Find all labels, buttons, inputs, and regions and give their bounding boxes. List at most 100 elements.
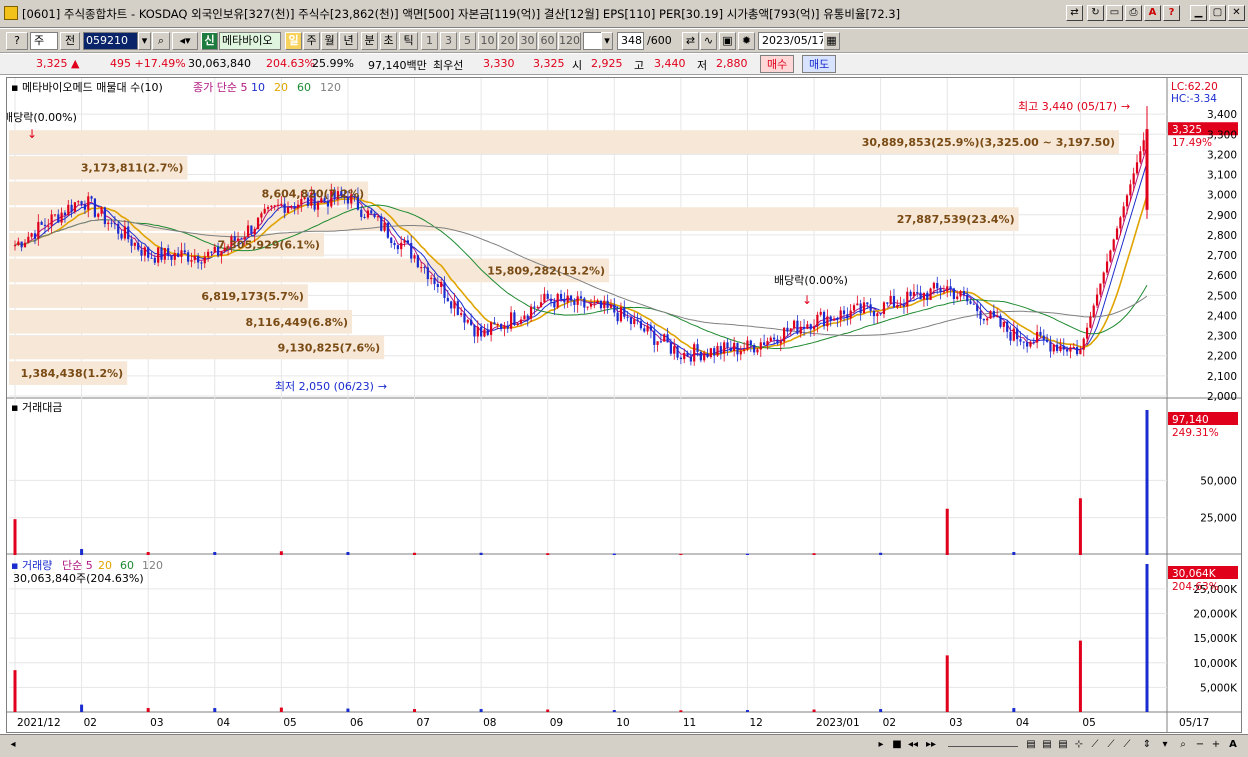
volume-panel-title: ▪ 거래량 bbox=[11, 559, 52, 572]
tab-tick[interactable]: 틱 bbox=[399, 32, 418, 50]
line-icon[interactable]: ⟋ bbox=[1088, 738, 1102, 752]
stock-chart[interactable]: 2021/12 02 03 04 05 06 07 08 09 10 11 12 2023/01 02 03… bbox=[3, 78, 1241, 732]
crosshair-icon[interactable]: ⊹ bbox=[1072, 738, 1086, 752]
volume-subtitle: 30,063,840주(204.63%) bbox=[13, 572, 144, 585]
screen-icon[interactable]: ▭ bbox=[1106, 5, 1123, 21]
scroll-left-icon[interactable]: ◂ bbox=[6, 738, 20, 752]
ma-legend-item: 종가 단순 5 bbox=[193, 81, 247, 94]
candle-body bbox=[583, 298, 586, 308]
tab-second[interactable]: 초 bbox=[380, 32, 397, 50]
candle-body bbox=[739, 351, 742, 355]
candle-body bbox=[599, 300, 603, 309]
maximize-button[interactable]: ▢ bbox=[1209, 5, 1226, 21]
period-button[interactable]: 3 bbox=[440, 32, 457, 50]
scale-icon[interactable]: ⇕ bbox=[1140, 738, 1154, 752]
candle-body bbox=[1112, 239, 1115, 251]
candle-body bbox=[433, 277, 436, 285]
y-tick-label: 2,100 bbox=[1207, 371, 1237, 383]
period-button[interactable]: 1 bbox=[421, 32, 438, 50]
turnover-rate: 25.99% bbox=[312, 57, 354, 70]
tab-minute[interactable]: 분 bbox=[361, 32, 378, 50]
auto-scale-icon[interactable]: A bbox=[1226, 738, 1240, 752]
volume-profile-label: 8,604,820(7.2%) bbox=[262, 187, 365, 200]
chart-area[interactable]: 2021/12 02 03 04 05 06 07 08 09 10 11 12 2023/01 02 03… bbox=[3, 77, 1242, 733]
candle-body bbox=[1102, 272, 1105, 284]
chart-icon[interactable]: ∿ bbox=[700, 32, 717, 50]
volume-bar bbox=[745, 710, 749, 712]
candle-body bbox=[623, 307, 626, 317]
candle-body bbox=[170, 255, 173, 260]
help-icon[interactable]: ? bbox=[1163, 5, 1180, 21]
candle-body bbox=[90, 196, 93, 199]
sell-button[interactable]: 매도 bbox=[802, 55, 837, 73]
tab-week[interactable]: 주 bbox=[303, 32, 320, 50]
period-button[interactable]: 120 bbox=[558, 32, 581, 50]
date-input[interactable]: 2023/05/17 bbox=[758, 32, 825, 50]
tab-year[interactable]: 년 bbox=[339, 32, 358, 50]
step-forward-icon[interactable]: ▸▸ bbox=[924, 738, 938, 752]
period-button[interactable]: 10 bbox=[478, 32, 497, 50]
stock-search-icon[interactable]: ? bbox=[6, 32, 28, 50]
volume-bar bbox=[945, 655, 949, 712]
tab-day[interactable]: 일 bbox=[285, 32, 302, 50]
tab-month[interactable]: 월 bbox=[321, 32, 338, 50]
pattern-icon[interactable]: ▤ bbox=[1024, 738, 1038, 752]
pattern-icon[interactable]: ▤ bbox=[1056, 738, 1070, 752]
count-input[interactable]: 348 bbox=[617, 32, 644, 50]
close-button[interactable]: ✕ bbox=[1228, 5, 1245, 21]
candle-body bbox=[786, 327, 789, 332]
y-tick-label: 15,000K bbox=[1193, 633, 1238, 645]
search-icon[interactable]: ⌕ bbox=[152, 32, 170, 50]
zoom-in-icon[interactable]: + bbox=[1209, 738, 1223, 752]
candle-body bbox=[137, 242, 140, 250]
step-back-icon[interactable]: ◂◂ bbox=[906, 738, 920, 752]
gear-icon[interactable]: ✹ bbox=[738, 32, 755, 50]
prev-button[interactable]: 전 bbox=[60, 32, 80, 50]
speaker-icon[interactable]: ◂▾ bbox=[172, 32, 198, 50]
play-icon[interactable]: ▸ bbox=[874, 738, 888, 752]
candle-body bbox=[220, 251, 223, 256]
period-button[interactable]: 20 bbox=[498, 32, 517, 50]
candle-body bbox=[999, 315, 1002, 327]
period-button[interactable]: 5 bbox=[459, 32, 476, 50]
dropdown-icon[interactable]: ▾ bbox=[1158, 738, 1172, 752]
candle-body bbox=[1122, 206, 1125, 218]
period-button[interactable]: 60 bbox=[538, 32, 557, 50]
stop-icon[interactable]: ■ bbox=[890, 738, 904, 752]
candle-body bbox=[709, 348, 712, 358]
period-button[interactable]: 30 bbox=[518, 32, 537, 50]
candle-body bbox=[643, 328, 646, 332]
chevron-down-icon[interactable]: ▾ bbox=[601, 32, 613, 50]
candle-body bbox=[839, 310, 842, 321]
candle-body bbox=[576, 296, 579, 305]
font-icon[interactable]: A bbox=[1144, 5, 1161, 21]
zoom-out-icon[interactable]: − bbox=[1193, 738, 1207, 752]
volume-profile-label: 9,130,825(7.6%) bbox=[278, 341, 381, 354]
line-icon[interactable]: ⟋ bbox=[1104, 738, 1118, 752]
candle-body bbox=[390, 237, 393, 244]
print-icon[interactable]: ⎙ bbox=[1125, 5, 1142, 21]
candle-body bbox=[886, 302, 889, 304]
buy-button[interactable]: 매수 bbox=[760, 55, 795, 73]
x-tick-label: 04 bbox=[217, 717, 231, 729]
high-arrow: → bbox=[1121, 100, 1130, 113]
y-tick-label: 2,000 bbox=[1207, 391, 1237, 403]
save-icon[interactable]: ▣ bbox=[719, 32, 736, 50]
candle-body bbox=[759, 342, 762, 350]
market-select[interactable]: 주 bbox=[30, 32, 58, 50]
pattern-icon[interactable]: ▤ bbox=[1040, 738, 1054, 752]
volume-profile-label: 15,809,282(13.2%) bbox=[487, 264, 605, 277]
line-icon[interactable]: ⟋ bbox=[1120, 738, 1134, 752]
refresh-icon[interactable]: ↻ bbox=[1087, 5, 1104, 21]
minimize-button[interactable]: ▁ bbox=[1190, 5, 1207, 21]
calendar-icon[interactable]: ▦ bbox=[823, 32, 840, 50]
y-tick-label: 5,000K bbox=[1200, 682, 1238, 694]
volume-bar bbox=[679, 710, 683, 712]
zoom-icon[interactable]: ⌕ bbox=[1176, 738, 1190, 752]
chevron-down-icon[interactable]: ▾ bbox=[138, 32, 151, 50]
arrows-icon[interactable]: ⇄ bbox=[682, 32, 699, 50]
candle-body bbox=[549, 298, 553, 302]
link-icon[interactable]: ⇄ bbox=[1066, 5, 1083, 21]
zoom-slider[interactable] bbox=[948, 738, 1018, 747]
stock-code-input[interactable]: 059210 bbox=[83, 32, 138, 50]
